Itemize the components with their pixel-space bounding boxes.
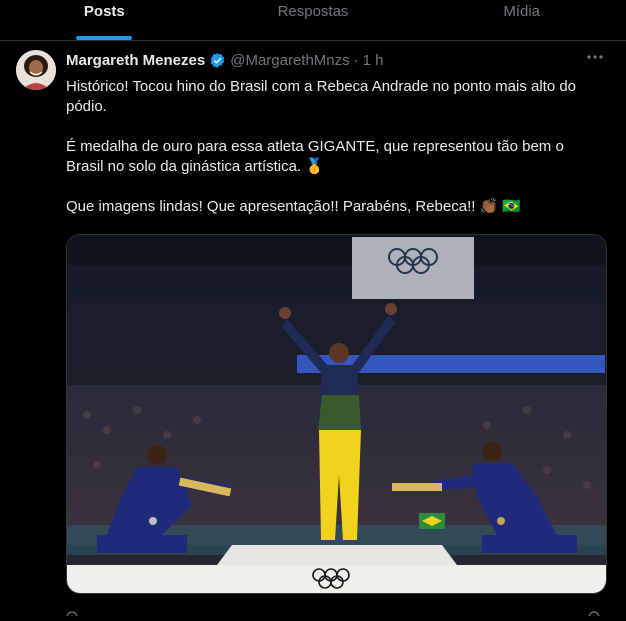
tab-replies[interactable]: Respostas [209, 0, 418, 40]
active-tab-indicator [76, 36, 133, 40]
post-header: Margareth Menezes @MargarethMnzs · 1 h [66, 52, 596, 69]
podium-base [67, 565, 606, 593]
post-paragraph-1: Histórico! Tocou hino do Brasil com a Re… [66, 78, 577, 115]
tab-media[interactable]: Mídia [417, 0, 626, 40]
more-icon[interactable] [586, 48, 604, 71]
separator-dot: · [353, 52, 359, 69]
profile-tabs: Posts Respostas Mídia [0, 0, 626, 41]
tab-media-label: Mídia [503, 3, 541, 20]
post-paragraph-2: É medalha de ouro para essa atleta GIGAN… [66, 138, 564, 175]
post-photo[interactable] [66, 234, 607, 594]
post-actions-edge [66, 603, 605, 621]
more-dots-icon [587, 55, 603, 59]
author-handle[interactable]: @MargarethMnzs [230, 52, 349, 69]
post-time[interactable]: 1 h [363, 52, 384, 69]
post-text: Histórico! Tocou hino do Brasil com a Re… [66, 77, 601, 237]
avatar-image [16, 50, 56, 90]
tab-posts[interactable]: Posts [0, 0, 209, 40]
verified-badge-icon[interactable] [209, 52, 226, 69]
post-paragraph-3: Que imagens lindas! Que apresentação!! P… [66, 198, 522, 215]
author-name[interactable]: Margareth Menezes [66, 52, 205, 69]
tab-posts-label: Posts [83, 3, 125, 20]
podium-photo [67, 235, 606, 593]
tab-replies-label: Respostas [277, 3, 349, 20]
avatar[interactable] [16, 50, 56, 90]
